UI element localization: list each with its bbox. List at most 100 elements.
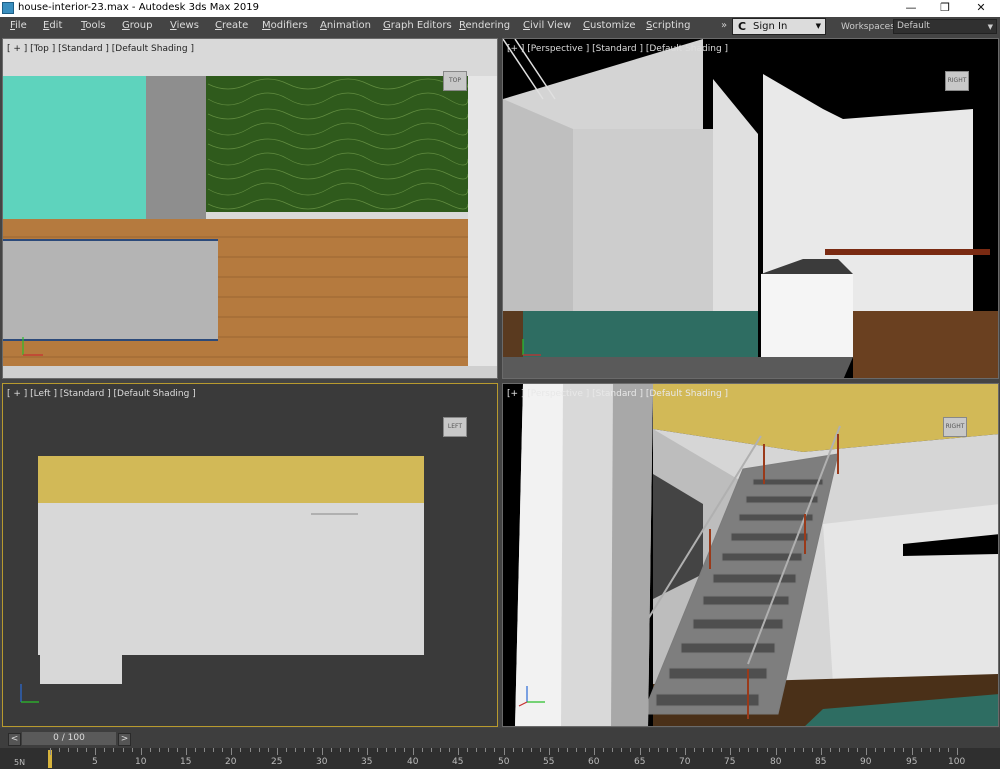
track-tick: [903, 748, 904, 752]
track-tick: [413, 748, 414, 755]
track-tick: [658, 748, 659, 752]
track-tick: [504, 748, 505, 755]
sign-in-label: Sign In: [753, 21, 788, 32]
menu-civil-view[interactable]: Civil View: [523, 20, 571, 31]
viewcube-icon[interactable]: LEFT: [443, 417, 467, 437]
menu-graph-editors[interactable]: Graph Editors: [383, 20, 452, 31]
track-tick: [685, 748, 686, 755]
viewport-label[interactable]: [ + ] [Top ] [Standard ] [Default Shadin…: [7, 44, 194, 54]
menu-rendering[interactable]: Rendering: [459, 20, 510, 31]
menu-overflow-icon[interactable]: »: [721, 20, 727, 31]
title-bar: house-interior-23.max - Autodesk 3ds Max…: [0, 0, 1000, 17]
workspaces-label: Workspaces:: [841, 22, 898, 32]
workspaces-dropdown[interactable]: Default ▼: [893, 19, 997, 34]
track-tick: [358, 748, 359, 752]
track-tick: [948, 748, 949, 752]
track-bar[interactable]: 5N 5 10 15 20 25 30 35 40 45 50 55 60 65 70 75 80 85 90 95…: [0, 748, 1000, 769]
track-tick-label: 10: [135, 757, 147, 767]
track-tick: [848, 748, 849, 752]
menu-tools[interactable]: Tools: [81, 20, 106, 31]
track-bar-corner: 5N: [14, 758, 26, 767]
track-tick-label: 20: [225, 757, 237, 767]
track-tick: [177, 748, 178, 752]
minimize-button[interactable]: —: [894, 0, 928, 17]
track-tick: [703, 748, 704, 752]
track-tick: [113, 748, 114, 752]
track-tick: [95, 748, 96, 755]
viewport-perspective-2[interactable]: [+ ] [Perspective ] [Standard ] [Default…: [502, 383, 999, 727]
track-tick: [748, 748, 749, 752]
track-tick: [440, 748, 441, 752]
menu-animation[interactable]: Animation: [320, 20, 371, 31]
top-view-scene: [3, 39, 497, 378]
app-icon: [2, 2, 14, 14]
track-tick: [304, 748, 305, 752]
maximize-button[interactable]: ❐: [928, 0, 962, 17]
track-tick: [930, 748, 931, 752]
track-tick: [431, 748, 432, 752]
sign-in-button[interactable]: C Sign In ▼: [732, 18, 826, 35]
next-frame-button[interactable]: >: [118, 733, 131, 746]
viewcube-icon[interactable]: TOP: [443, 71, 467, 91]
track-tick-label: 60: [588, 757, 600, 767]
track-tick: [422, 748, 423, 752]
track-tick: [676, 748, 677, 752]
track-tick: [875, 748, 876, 752]
menu-modifiers[interactable]: Modifiers: [262, 20, 308, 31]
track-tick: [277, 748, 278, 755]
viewport-left[interactable]: [ + ] [Left ] [Standard ] [Default Shadi…: [2, 383, 498, 727]
track-tick: [204, 748, 205, 752]
track-tick-label: 90: [860, 757, 872, 767]
viewport-label[interactable]: [+ ] [Perspective ] [Standard ] [Default…: [507, 44, 728, 54]
track-tick: [331, 748, 332, 752]
menu-file[interactable]: File: [10, 20, 27, 31]
user-icon: C: [738, 20, 747, 33]
track-tick-label: 95: [906, 757, 918, 767]
track-tick: [803, 748, 804, 752]
track-tick: [830, 748, 831, 752]
menu-scripting[interactable]: Scripting: [646, 20, 690, 31]
track-tick: [594, 748, 595, 755]
menu-customize[interactable]: Customize: [583, 20, 636, 31]
track-tick: [866, 748, 867, 755]
viewport-label[interactable]: [+ ] [Perspective ] [Standard ] [Default…: [507, 389, 728, 399]
track-tick-label: 55: [543, 757, 555, 767]
track-tick-label: 5: [92, 757, 98, 767]
viewport-label[interactable]: [ + ] [Left ] [Standard ] [Default Shadi…: [7, 389, 196, 399]
track-tick-label: 25: [271, 757, 283, 767]
menu-group[interactable]: Group: [122, 20, 152, 31]
time-slider[interactable]: 0 / 100: [22, 732, 116, 745]
track-tick: [349, 748, 350, 752]
axis-gizmo-icon: [22, 337, 43, 356]
track-tick: [286, 748, 287, 752]
track-tick: [268, 748, 269, 752]
menu-create[interactable]: Create: [215, 20, 248, 31]
track-tick: [776, 748, 777, 755]
previous-frame-button[interactable]: <: [8, 733, 21, 746]
viewport-top[interactable]: [ + ] [Top ] [Standard ] [Default Shadin…: [2, 38, 498, 379]
viewcube-icon[interactable]: RIGHT: [945, 71, 969, 91]
track-tick: [567, 748, 568, 752]
track-tick: [150, 748, 151, 752]
track-tick-label: 35: [361, 757, 373, 767]
track-tick: [467, 748, 468, 752]
track-tick: [540, 748, 541, 752]
viewcube-icon[interactable]: RIGHT: [943, 417, 967, 437]
close-button[interactable]: ✕: [964, 0, 998, 17]
track-tick: [313, 748, 314, 752]
track-tick: [912, 748, 913, 755]
perspective-scene-2: [503, 384, 998, 726]
track-tick: [894, 748, 895, 752]
viewport-perspective-1[interactable]: [+ ] [Perspective ] [Standard ] [Default…: [502, 38, 999, 379]
window-title: house-interior-23.max - Autodesk 3ds Max…: [18, 2, 259, 13]
track-tick: [630, 748, 631, 752]
menu-edit[interactable]: Edit: [43, 20, 62, 31]
axis-gizmo-icon: [522, 339, 541, 356]
menu-views[interactable]: Views: [170, 20, 199, 31]
track-tick: [213, 748, 214, 752]
track-tick: [68, 748, 69, 752]
track-tick: [404, 748, 405, 752]
track-tick: [458, 748, 459, 755]
track-tick: [839, 748, 840, 752]
track-tick: [159, 748, 160, 752]
